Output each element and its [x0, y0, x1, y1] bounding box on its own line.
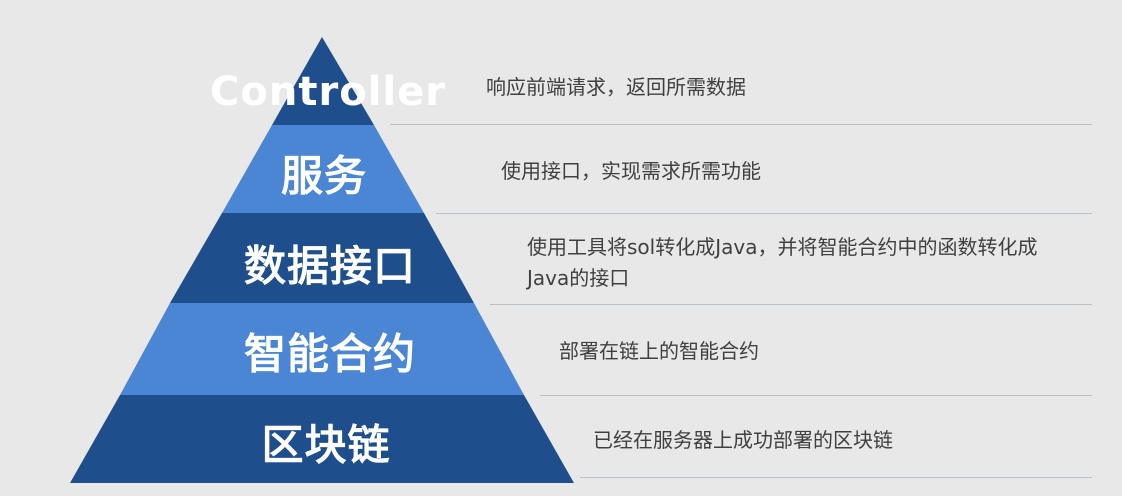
layer-label-blockchain: 区块链 [261, 420, 391, 470]
separator-line [540, 395, 1092, 396]
layer-description-controller: 响应前端请求，返回所需数据 [486, 75, 746, 99]
layer-description-line: Java的接口 [527, 266, 630, 290]
layer-description-service: 使用接口，实现需求所需功能 [501, 159, 761, 183]
layer-label-data-interface: 数据接口 [243, 241, 417, 291]
separator-line [490, 304, 1092, 305]
separator-line [390, 124, 1092, 125]
layer-label-controller: Controller [210, 69, 446, 115]
layer-label-service: 服务 [280, 151, 368, 201]
layer-description-data-interface: 使用工具将sol转化成Java，并将智能合约中的函数转化成 Java的接口 [527, 232, 1037, 294]
layer-description-blockchain: 已经在服务器上成功部署的区块链 [593, 428, 893, 452]
separator-line [580, 477, 1092, 478]
separator-line [436, 213, 1092, 214]
layer-description-line: 使用工具将sol转化成Java，并将智能合约中的函数转化成 [527, 235, 1038, 259]
layer-description-smart-contract: 部署在链上的智能合约 [559, 339, 759, 363]
layer-label-smart-contract: 智能合约 [243, 329, 417, 379]
